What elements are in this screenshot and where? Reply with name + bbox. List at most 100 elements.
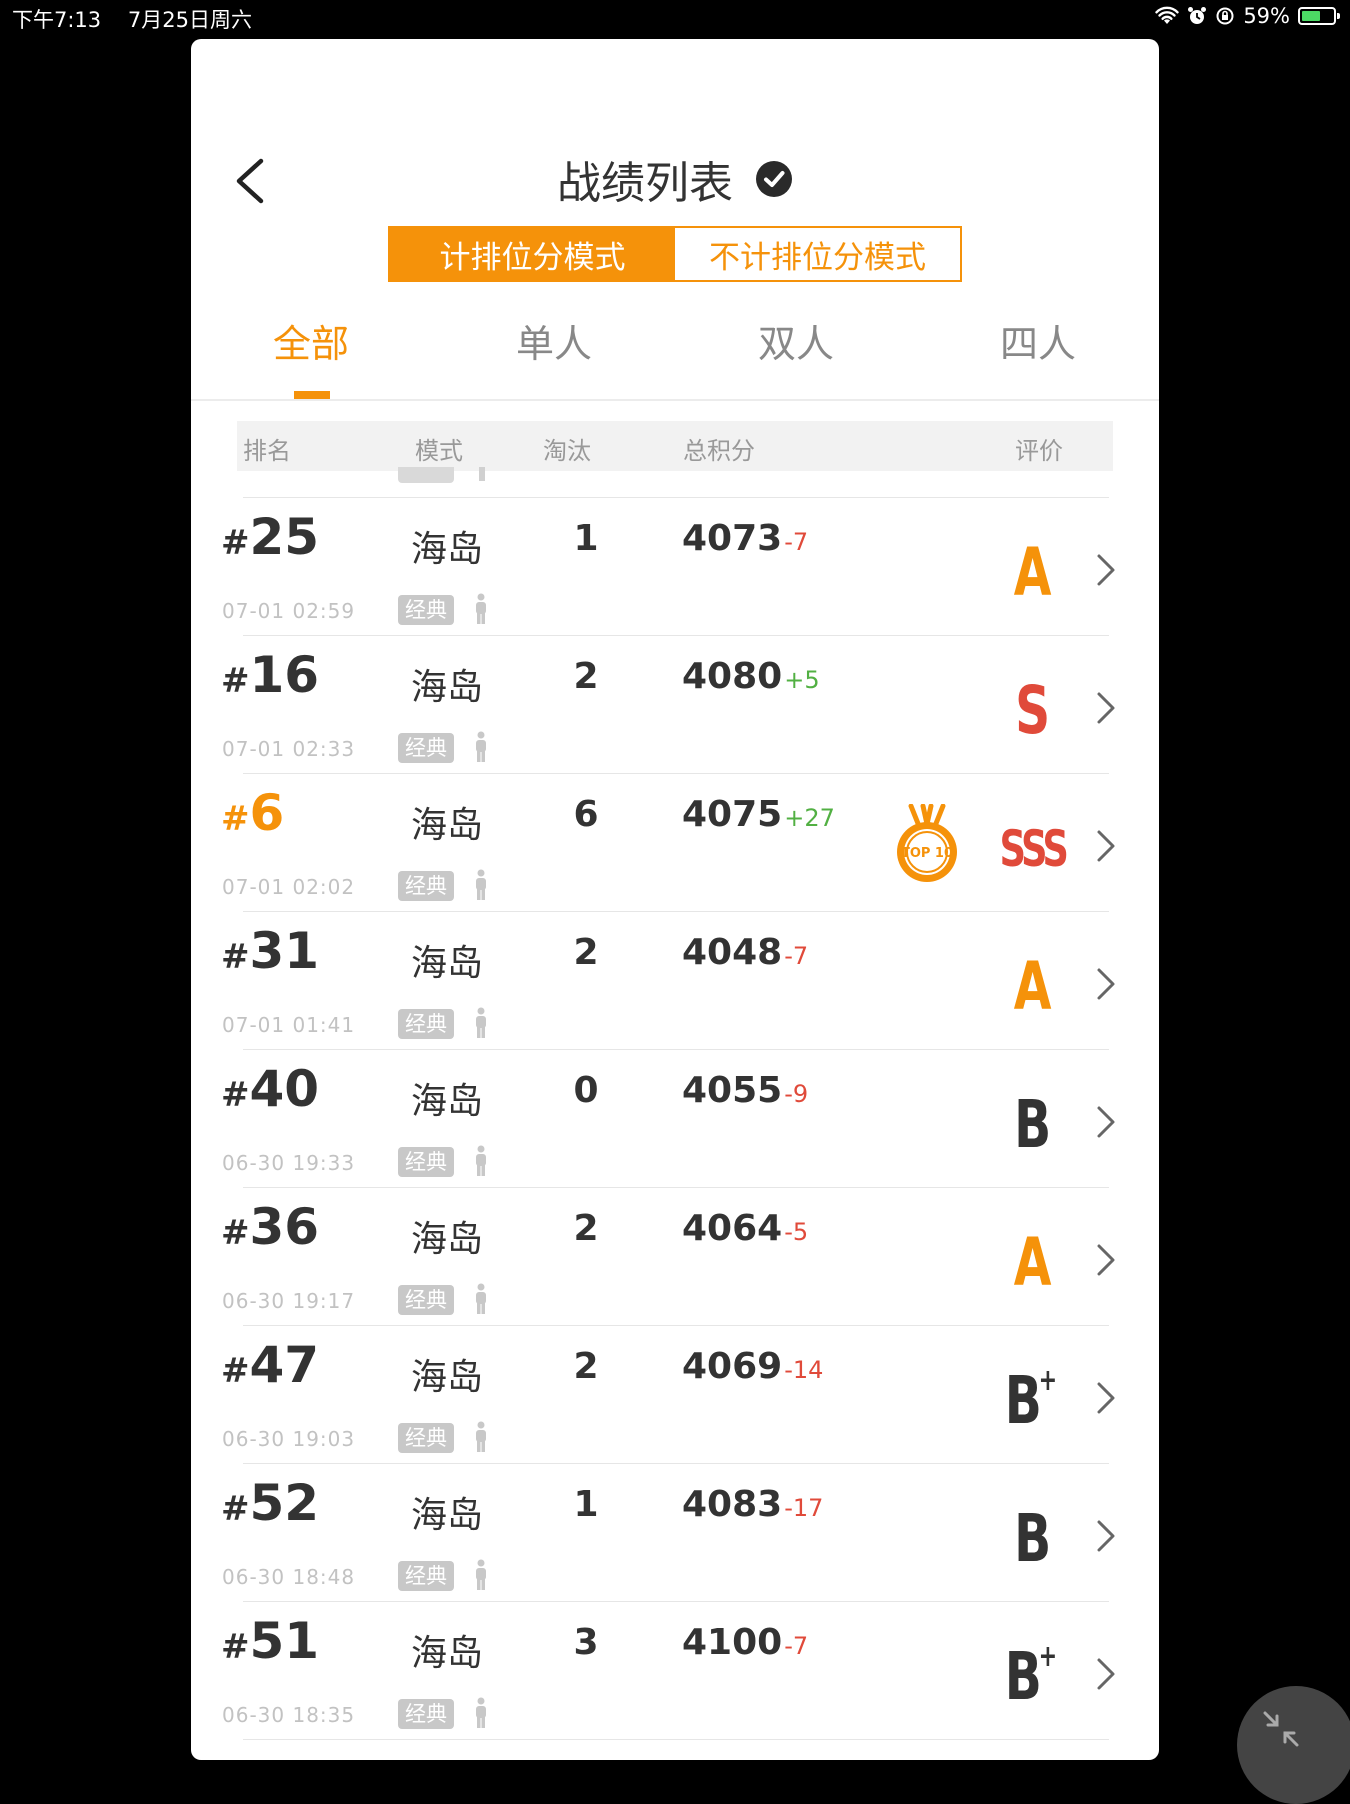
status-bar-right: 59% xyxy=(1155,4,1340,28)
grade-letter: A xyxy=(1013,948,1052,1025)
match-date: 06-30 19:33 xyxy=(222,1151,356,1175)
mode-tag: 经典 xyxy=(398,1561,454,1591)
alarm-icon xyxy=(1188,7,1207,24)
score-delta: -9 xyxy=(784,1080,809,1108)
top10-medal-icon: TOP 10 xyxy=(897,804,957,882)
match-map: 海岛 xyxy=(411,1633,484,1674)
match-grade: A xyxy=(990,954,1072,1020)
match-kills: 1 xyxy=(573,1484,599,1525)
chevron-right-icon xyxy=(1097,968,1115,1000)
match-row[interactable]: #51 06-30 18:35 海岛 经典 3 4100-7 B+ xyxy=(191,1602,1159,1740)
match-row[interactable]: #25 07-01 02:59 海岛 经典 1 4073-7 A xyxy=(191,498,1159,636)
header-rating: 评价 xyxy=(1015,437,1063,465)
match-date: 06-30 18:48 xyxy=(222,1565,356,1589)
match-score: 4069-14 xyxy=(682,1346,823,1387)
score-delta: -7 xyxy=(784,942,809,970)
match-grade: A xyxy=(990,540,1072,606)
match-row[interactable]: #16 07-01 02:33 海岛 经典 2 4080+5 S xyxy=(191,636,1159,774)
match-date: 07-01 02:02 xyxy=(222,875,356,899)
rank-number: 25 xyxy=(249,508,320,566)
score-value: 4069 xyxy=(682,1346,783,1387)
match-rank: #16 xyxy=(221,646,320,704)
score-value: 4073 xyxy=(682,518,783,559)
match-rank: #51 xyxy=(221,1612,320,1670)
match-kills: 2 xyxy=(573,932,599,973)
tab-solo[interactable]: 单人 xyxy=(454,313,654,368)
person-icon xyxy=(476,731,486,762)
mode-tag: 经典 xyxy=(398,1009,454,1039)
match-rank: #31 xyxy=(221,922,320,980)
battery-percent: 59% xyxy=(1243,4,1290,28)
score-delta: -14 xyxy=(784,1356,824,1384)
score-value: 4083 xyxy=(682,1484,783,1525)
match-date: 06-30 19:03 xyxy=(222,1427,356,1451)
match-row[interactable]: #6 07-01 02:02 海岛 经典 6 4075+27 TOP 10 SSS xyxy=(191,774,1159,912)
partial-row-icon xyxy=(479,467,485,481)
match-score: 4055-9 xyxy=(682,1070,808,1111)
tabs-divider xyxy=(191,399,1159,401)
person-icon xyxy=(476,1697,486,1728)
score-value: 4048 xyxy=(682,932,783,973)
rank-number: 6 xyxy=(249,784,285,842)
match-row[interactable]: #52 06-30 18:48 海岛 经典 1 4083-17 B xyxy=(191,1464,1159,1602)
match-grade: SSS xyxy=(990,824,1072,874)
score-value: 4100 xyxy=(682,1622,783,1663)
table-header: 排名 模式 淘汰 总积分 评价 xyxy=(237,421,1113,471)
ranked-mode-button[interactable]: 计排位分模式 xyxy=(390,228,675,280)
status-bar-left: 下午7:13 7月25日周六 xyxy=(12,4,272,34)
tab-squad[interactable]: 四人 xyxy=(938,313,1138,368)
score-delta: +5 xyxy=(784,666,820,694)
check-circle-icon[interactable] xyxy=(755,160,793,198)
match-score: 4083-17 xyxy=(682,1484,823,1525)
tab-all[interactable]: 全部 xyxy=(211,313,411,368)
match-kills: 0 xyxy=(573,1070,599,1111)
match-map: 海岛 xyxy=(411,805,484,846)
person-icon xyxy=(476,1559,486,1590)
match-row[interactable]: #36 06-30 19:17 海岛 经典 2 4064-5 A xyxy=(191,1188,1159,1326)
match-kills: 3 xyxy=(573,1622,599,1663)
tab-duo[interactable]: 双人 xyxy=(696,313,896,368)
match-rank: #6 xyxy=(221,784,285,842)
score-delta: -5 xyxy=(784,1218,809,1246)
match-date: 07-01 01:41 xyxy=(222,1013,356,1037)
match-score: 4064-5 xyxy=(682,1208,808,1249)
orientation-lock-icon xyxy=(1216,7,1234,25)
match-rank: #36 xyxy=(221,1198,320,1256)
grade-letter: B xyxy=(1014,1086,1052,1163)
match-date: 06-30 18:35 xyxy=(222,1703,356,1727)
person-icon xyxy=(476,1283,486,1314)
mode-tag: 经典 xyxy=(398,871,454,901)
grade-plus: + xyxy=(1038,1363,1058,1398)
match-kills: 6 xyxy=(573,794,599,835)
match-row[interactable]: #40 06-30 19:33 海岛 经典 0 4055-9 B xyxy=(191,1050,1159,1188)
score-value: 4064 xyxy=(682,1208,783,1249)
match-score: 4073-7 xyxy=(682,518,808,559)
match-row[interactable]: #31 07-01 01:41 海岛 经典 2 4048-7 A xyxy=(191,912,1159,1050)
status-date: 7月25日周六 xyxy=(127,8,252,32)
mode-tag: 经典 xyxy=(398,733,454,763)
score-value: 4075 xyxy=(682,794,783,835)
collapse-arrows-icon xyxy=(1263,1711,1299,1747)
rank-number: 40 xyxy=(249,1060,320,1118)
unranked-mode-button[interactable]: 不计排位分模式 xyxy=(675,228,960,280)
match-rank: #52 xyxy=(221,1474,320,1532)
person-icon xyxy=(476,593,486,624)
match-row[interactable]: #47 06-30 19:03 海岛 经典 2 4069-14 B+ xyxy=(191,1326,1159,1464)
match-grade: B+ xyxy=(990,1366,1072,1434)
score-delta: -7 xyxy=(784,528,809,556)
header-score: 总积分 xyxy=(683,437,755,465)
rank-number: 16 xyxy=(249,646,320,704)
score-value: 4055 xyxy=(682,1070,783,1111)
grade-plus: + xyxy=(1038,1639,1058,1674)
grade-letter: SSS xyxy=(999,820,1069,878)
score-delta: -7 xyxy=(784,1632,809,1660)
match-grade: B+ xyxy=(990,1642,1072,1710)
match-rank: #25 xyxy=(221,508,320,566)
wifi-icon xyxy=(1155,6,1180,24)
match-map: 海岛 xyxy=(411,1495,484,1536)
mode-tag: 经典 xyxy=(398,1147,454,1177)
header-rank: 排名 xyxy=(243,437,291,465)
mode-tag: 经典 xyxy=(398,595,454,625)
chevron-right-icon xyxy=(1097,692,1115,724)
match-map: 海岛 xyxy=(411,1081,484,1122)
